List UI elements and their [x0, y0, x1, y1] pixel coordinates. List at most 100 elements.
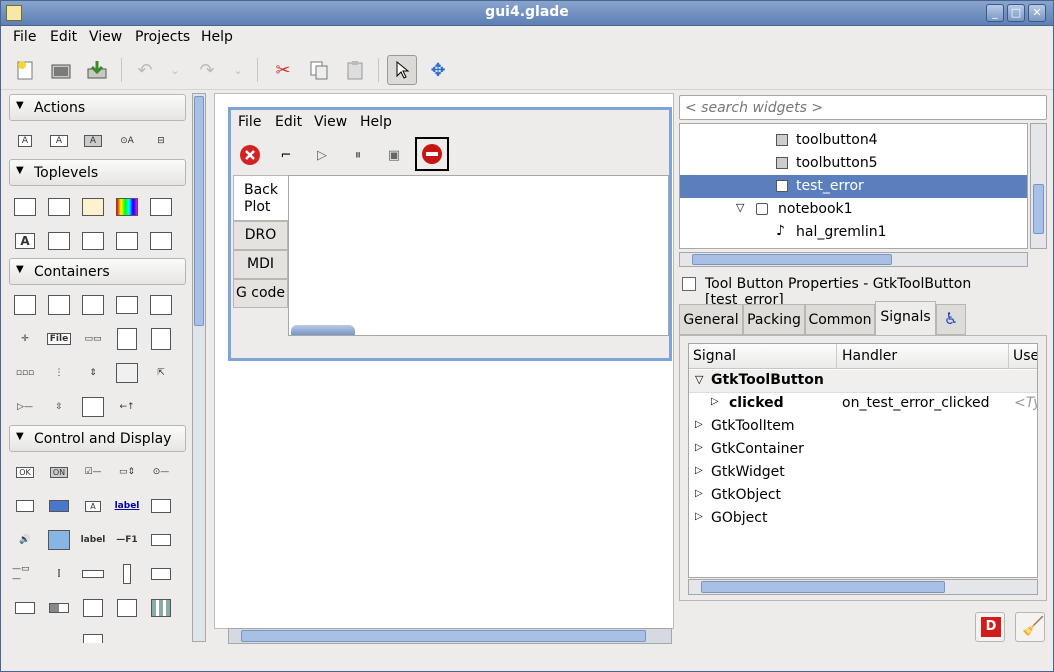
font-button-icon[interactable]: A: [80, 495, 106, 517]
tree-hscrollbar[interactable]: [679, 252, 1028, 267]
tree-row-toolbutton4[interactable]: toolbutton4: [680, 129, 1027, 152]
palette-scrollbar[interactable]: [192, 93, 206, 642]
open-icon[interactable]: [46, 55, 76, 85]
signal-row-gtkwidget[interactable]: ▷ GtkWidget: [689, 462, 1037, 485]
event-box-icon[interactable]: ⇱: [148, 362, 174, 384]
spin-button-icon[interactable]: ▭⇕: [114, 461, 140, 483]
cut-icon[interactable]: ✂: [268, 55, 298, 85]
recent-chooser-dialog-icon[interactable]: [114, 230, 140, 252]
minimize-button[interactable]: _: [986, 4, 1004, 22]
design-menu-file[interactable]: File: [238, 114, 261, 130]
save-icon[interactable]: [82, 55, 112, 85]
expander-icon[interactable]: ▷: [711, 396, 719, 407]
signals-table[interactable]: Signal Handler Use ▽ GtkToolButton ▷ click…: [688, 343, 1038, 578]
palette-section-actions[interactable]: ▼ Actions: [9, 94, 186, 121]
menu-bar-widget-icon[interactable]: File: [46, 328, 72, 350]
undo-icon[interactable]: ↶: [130, 55, 160, 85]
check-button-icon[interactable]: ☑—: [80, 461, 106, 483]
aspect-frame-icon[interactable]: ✛: [12, 328, 38, 350]
combo-box-entry-icon[interactable]: [12, 597, 38, 619]
maximize-button[interactable]: □: [1007, 4, 1025, 22]
expander-icon[interactable]: ▷: [695, 488, 703, 499]
message-dialog-icon[interactable]: [80, 230, 106, 252]
dialog-icon[interactable]: [46, 196, 72, 218]
copy-icon[interactable]: [304, 55, 334, 85]
color-dialog-icon[interactable]: [114, 196, 140, 218]
notebook-tab-backplot[interactable]: Back Plot: [233, 175, 288, 221]
design-menu-edit[interactable]: Edit: [275, 114, 302, 130]
palette-section-toplevels[interactable]: ▼ Toplevels: [9, 159, 186, 186]
search-widgets-input[interactable]: < search widgets >: [679, 95, 1047, 120]
vscrollbar-icon[interactable]: [114, 563, 140, 585]
tab-accessibility-icon[interactable]: ♿: [936, 304, 966, 335]
signal-row-gtkobject[interactable]: ▷ GtkObject: [689, 485, 1037, 508]
menu-view[interactable]: View: [89, 29, 122, 45]
signal-row-gtkcontainer[interactable]: ▷ GtkContainer: [689, 439, 1037, 462]
icon-view-icon[interactable]: [148, 597, 174, 619]
notebook-icon[interactable]: [114, 294, 140, 316]
design-menu-help[interactable]: Help: [360, 114, 392, 130]
widget-tree[interactable]: toolbutton4 toolbutton5 test_error ▽ note…: [679, 123, 1028, 249]
hscale-icon[interactable]: —▭—: [12, 563, 38, 585]
cell-view-icon[interactable]: [80, 629, 106, 643]
select-icon[interactable]: [387, 55, 417, 85]
drag-resize-icon[interactable]: ✥: [423, 55, 453, 85]
font-dialog-icon[interactable]: A: [12, 230, 38, 252]
alignment-icon[interactable]: ←↑: [114, 396, 140, 418]
window-icon[interactable]: [12, 196, 38, 218]
hbutton-box-icon[interactable]: ▫▫▫: [12, 362, 38, 384]
notebook-tab-dro[interactable]: DRO: [233, 221, 288, 250]
text-view-icon[interactable]: [80, 597, 106, 619]
tree-vscrollbar[interactable]: [1030, 123, 1047, 249]
radio-action-icon[interactable]: A: [80, 130, 106, 152]
undo-dropdown-icon[interactable]: ⌄: [160, 55, 190, 85]
expander-icon[interactable]: ▷: [695, 511, 703, 522]
label-icon[interactable]: label: [80, 529, 106, 551]
scale-button-icon[interactable]: [148, 495, 174, 517]
tree-row-test-error[interactable]: test_error: [680, 175, 1027, 198]
link-button-icon[interactable]: label: [114, 495, 140, 517]
expander-icon[interactable]: ▷—: [12, 396, 38, 418]
expander-icon[interactable]: ▷: [695, 442, 703, 453]
file-chooser-dialog-icon[interactable]: [148, 196, 174, 218]
palette-section-control-display[interactable]: ▼ Control and Display: [9, 425, 186, 452]
fixed-icon[interactable]: [114, 362, 140, 384]
notebook-tab-gcode[interactable]: G code: [233, 279, 288, 308]
accel-label-icon[interactable]: — F1: [114, 529, 140, 551]
action-group-icon[interactable]: ⊟: [148, 130, 174, 152]
design-menu-view[interactable]: View: [314, 114, 347, 130]
volume-button-icon[interactable]: 🔊: [12, 529, 38, 551]
paste-icon[interactable]: [340, 55, 370, 85]
signals-hscrollbar[interactable]: [688, 579, 1038, 595]
about-dialog-icon[interactable]: [80, 196, 106, 218]
estop-icon[interactable]: [237, 142, 263, 168]
tab-common[interactable]: Common: [805, 304, 875, 335]
tab-general[interactable]: General: [679, 304, 743, 335]
radio-button-icon[interactable]: ⊙—: [148, 461, 174, 483]
toolbar-widget-icon[interactable]: ▭▭: [80, 328, 106, 350]
redo-dropdown-icon[interactable]: ⌄: [223, 55, 253, 85]
tab-packing[interactable]: Packing: [743, 304, 805, 335]
column-use[interactable]: Use: [1009, 344, 1037, 369]
tab-signals[interactable]: Signals: [875, 301, 936, 336]
devhelp-button[interactable]: D: [975, 612, 1005, 642]
notebook-page[interactable]: [288, 175, 669, 336]
expander-icon[interactable]: ▽: [695, 373, 703, 386]
color-button-icon[interactable]: [46, 495, 72, 517]
expander-icon[interactable]: ▷: [695, 465, 703, 476]
notebook-tab-mdi[interactable]: MDI: [233, 250, 288, 279]
vbox-icon[interactable]: [46, 294, 72, 316]
signal-row-gobject[interactable]: ▷ GObject: [689, 508, 1037, 531]
hscrollbar-icon[interactable]: [80, 563, 106, 585]
image-icon[interactable]: [46, 529, 72, 551]
palette-section-containers[interactable]: ▼ Containers: [9, 258, 186, 285]
recent-action-icon[interactable]: ⊙A: [114, 130, 140, 152]
progress-bar-icon[interactable]: [46, 597, 72, 619]
menu-file[interactable]: File: [13, 29, 36, 45]
action-icon[interactable]: A: [12, 130, 38, 152]
test-error-icon[interactable]: [415, 137, 449, 171]
vbutton-box-icon[interactable]: ⋮: [46, 362, 72, 384]
frame-icon[interactable]: [148, 294, 174, 316]
tree-row-notebook1[interactable]: ▽ notebook1: [680, 198, 1027, 221]
hbox-icon[interactable]: [12, 294, 38, 316]
